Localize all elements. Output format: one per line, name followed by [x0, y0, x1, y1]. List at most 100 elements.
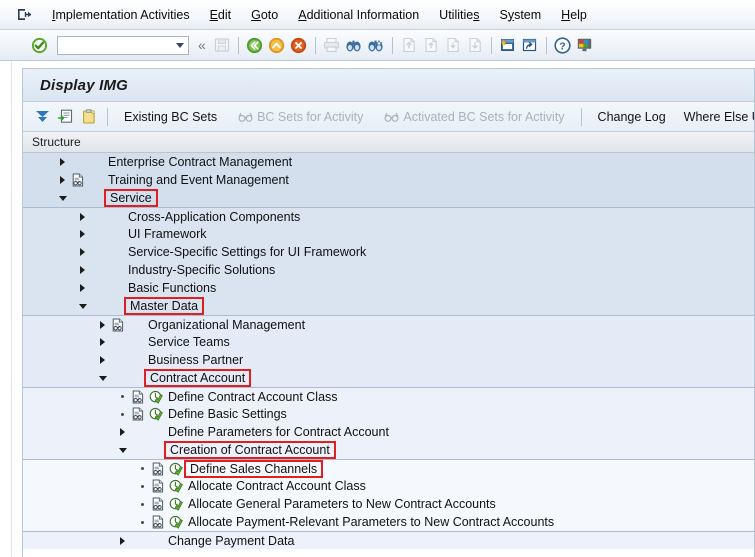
create-shortcut-icon[interactable]: [519, 34, 541, 56]
tree-row-industry-specific-solutions[interactable]: Industry-Specific Solutions: [23, 261, 754, 279]
tree-row-label[interactable]: Allocate Contract Account Class: [186, 479, 366, 493]
customize-local-layout-icon[interactable]: [574, 34, 596, 56]
chevron-right-icon[interactable]: [117, 535, 128, 546]
tree-row-label[interactable]: Allocate Payment-Relevant Parameters to …: [186, 515, 554, 529]
chevron-right-icon[interactable]: [97, 355, 108, 366]
tree-row-label[interactable]: Service Teams: [146, 335, 230, 349]
chevron-down-icon[interactable]: [57, 193, 68, 204]
tree-row-label[interactable]: Training and Event Management: [106, 173, 289, 187]
chevron-down-icon[interactable]: [77, 301, 88, 312]
find-next-icon[interactable]: [365, 34, 387, 56]
green-check-enter-icon[interactable]: [28, 34, 50, 56]
img-doc-icon[interactable]: [150, 496, 166, 512]
menu-item-system[interactable]: System: [489, 6, 551, 24]
cancel-red-icon[interactable]: [288, 34, 310, 56]
menu-item-help[interactable]: Help: [551, 6, 597, 24]
img-doc-icon[interactable]: [70, 172, 86, 188]
tree-row-master-data[interactable]: Master Data: [23, 297, 754, 315]
activated-bc-sets-for-activity-button[interactable]: Activated BC Sets for Activity: [372, 106, 573, 128]
chevron-right-icon[interactable]: [77, 283, 88, 294]
activity-green-check-icon[interactable]: [168, 514, 184, 530]
chevron-right-icon[interactable]: [77, 229, 88, 240]
command-input[interactable]: [58, 37, 174, 53]
activity-green-check-icon[interactable]: [168, 461, 184, 477]
tree-row-service-teams[interactable]: Service Teams: [23, 333, 754, 351]
chevron-right-icon[interactable]: [97, 337, 108, 348]
existing-bc-sets-icon[interactable]: [54, 106, 77, 128]
tree-row-label[interactable]: Define Contract Account Class: [166, 390, 338, 404]
chevron-right-icon[interactable]: [57, 157, 68, 168]
img-doc-icon[interactable]: [130, 389, 146, 405]
tree-row-allocate-general-parameters-to-new-contract-accounts[interactable]: Allocate General Parameters to New Contr…: [23, 495, 754, 513]
tree-row-label[interactable]: Define Basic Settings: [166, 407, 287, 421]
tree-row-label[interactable]: Enterprise Contract Management: [106, 155, 292, 169]
chevron-down-icon[interactable]: [117, 445, 128, 456]
chevron-right-icon[interactable]: [77, 247, 88, 258]
tree-row-allocate-contract-account-class[interactable]: Allocate Contract Account Class: [23, 477, 754, 495]
where-else-used-button[interactable]: Where Else Used: [675, 107, 754, 127]
tree-row-label[interactable]: Creation of Contract Account: [164, 441, 336, 459]
chevron-right-icon[interactable]: [77, 265, 88, 276]
change-log-button[interactable]: Change Log: [589, 107, 675, 127]
tree-row-label[interactable]: Cross-Application Components: [126, 210, 300, 224]
tree-row-label[interactable]: Define Sales Channels: [183, 459, 324, 478]
img-doc-icon[interactable]: [110, 317, 126, 333]
expand-subtree-icon[interactable]: [31, 106, 54, 128]
chevron-down-icon[interactable]: [176, 42, 184, 48]
tree-row-cross-application-components[interactable]: Cross-Application Components: [23, 207, 754, 225]
chevron-right-icon[interactable]: [97, 319, 108, 330]
menu-item-utilities[interactable]: Utilities: [429, 6, 489, 24]
img-doc-icon[interactable]: [150, 461, 166, 477]
tree-row-ui-framework[interactable]: UI Framework: [23, 225, 754, 243]
tree-row-label[interactable]: Allocate General Parameters to New Contr…: [186, 497, 496, 511]
tree-row-label[interactable]: Contract Account: [143, 369, 252, 387]
tree-row-service[interactable]: Service: [23, 189, 754, 207]
img-doc-icon[interactable]: [150, 478, 166, 494]
menu-item-edit[interactable]: Edit: [200, 6, 242, 24]
chevron-down-icon[interactable]: [97, 373, 108, 384]
help-icon[interactable]: ?: [552, 34, 574, 56]
command-field[interactable]: [57, 35, 189, 55]
tree-row-enterprise-contract-management[interactable]: Enterprise Contract Management: [23, 153, 754, 171]
tree-row-define-basic-settings[interactable]: Define Basic Settings: [23, 405, 754, 423]
tree-row-label[interactable]: Master Data: [123, 297, 205, 315]
img-doc-icon[interactable]: [130, 406, 146, 422]
chevron-right-icon[interactable]: [77, 211, 88, 222]
tree-row-define-parameters-for-contract-account[interactable]: Define Parameters for Contract Account: [23, 423, 754, 441]
bc-sets-for-activity-button[interactable]: BC Sets for Activity: [226, 106, 372, 128]
tree-row-label[interactable]: Service-Specific Settings for UI Framewo…: [126, 245, 366, 259]
tree-row-training-and-event-management[interactable]: Training and Event Management: [23, 171, 754, 189]
tree-row-label[interactable]: Service: [104, 189, 158, 207]
find-icon[interactable]: [343, 34, 365, 56]
tree-row-label[interactable]: Industry-Specific Solutions: [126, 263, 275, 277]
tree-row-label[interactable]: Organizational Management: [146, 318, 305, 332]
menu-item-goto[interactable]: Goto: [241, 6, 288, 24]
back-green-icon[interactable]: [244, 34, 266, 56]
menu-item-additional-information[interactable]: Additional Information: [288, 6, 429, 24]
existing-bc-sets-button[interactable]: Existing BC Sets: [115, 107, 226, 127]
chevron-right-icon[interactable]: [117, 427, 128, 438]
tree-row-basic-functions[interactable]: Basic Functions: [23, 279, 754, 297]
double-chevron-left-icon[interactable]: «: [193, 38, 211, 52]
activity-green-check-icon[interactable]: [148, 389, 164, 405]
tree-row-contract-account[interactable]: Contract Account: [23, 369, 754, 387]
activity-green-check-icon[interactable]: [148, 406, 164, 422]
tree-row-allocate-payment-relevant-parameters-to-new-contract-accounts[interactable]: Allocate Payment-Relevant Parameters to …: [23, 513, 754, 531]
tree-row-service-specific-settings-for-ui-framework[interactable]: Service-Specific Settings for UI Framewo…: [23, 243, 754, 261]
create-session-icon[interactable]: [497, 34, 519, 56]
img-doc-icon[interactable]: [150, 514, 166, 530]
tree-row-creation-of-contract-account[interactable]: Creation of Contract Account: [23, 441, 754, 459]
menu-item-implementation-activities[interactable]: Implementation Activities: [42, 6, 200, 24]
activity-green-check-icon[interactable]: [168, 496, 184, 512]
tree-row-label[interactable]: Business Partner: [146, 353, 243, 367]
tree-row-define-sales-channels[interactable]: Define Sales Channels: [23, 459, 754, 478]
tree-row-label[interactable]: UI Framework: [126, 227, 206, 241]
tree-row-label[interactable]: Define Parameters for Contract Account: [166, 425, 389, 439]
tree-row-change-payment-data[interactable]: Change Payment Data: [23, 531, 754, 549]
tree-row-organizational-management[interactable]: Organizational Management: [23, 315, 754, 333]
exit-arrow-icon[interactable]: [14, 6, 34, 24]
tree-row-business-partner[interactable]: Business Partner: [23, 351, 754, 369]
exit-yellow-icon[interactable]: [266, 34, 288, 56]
tree-row-define-contract-account-class[interactable]: Define Contract Account Class: [23, 387, 754, 405]
chevron-right-icon[interactable]: [57, 175, 68, 186]
